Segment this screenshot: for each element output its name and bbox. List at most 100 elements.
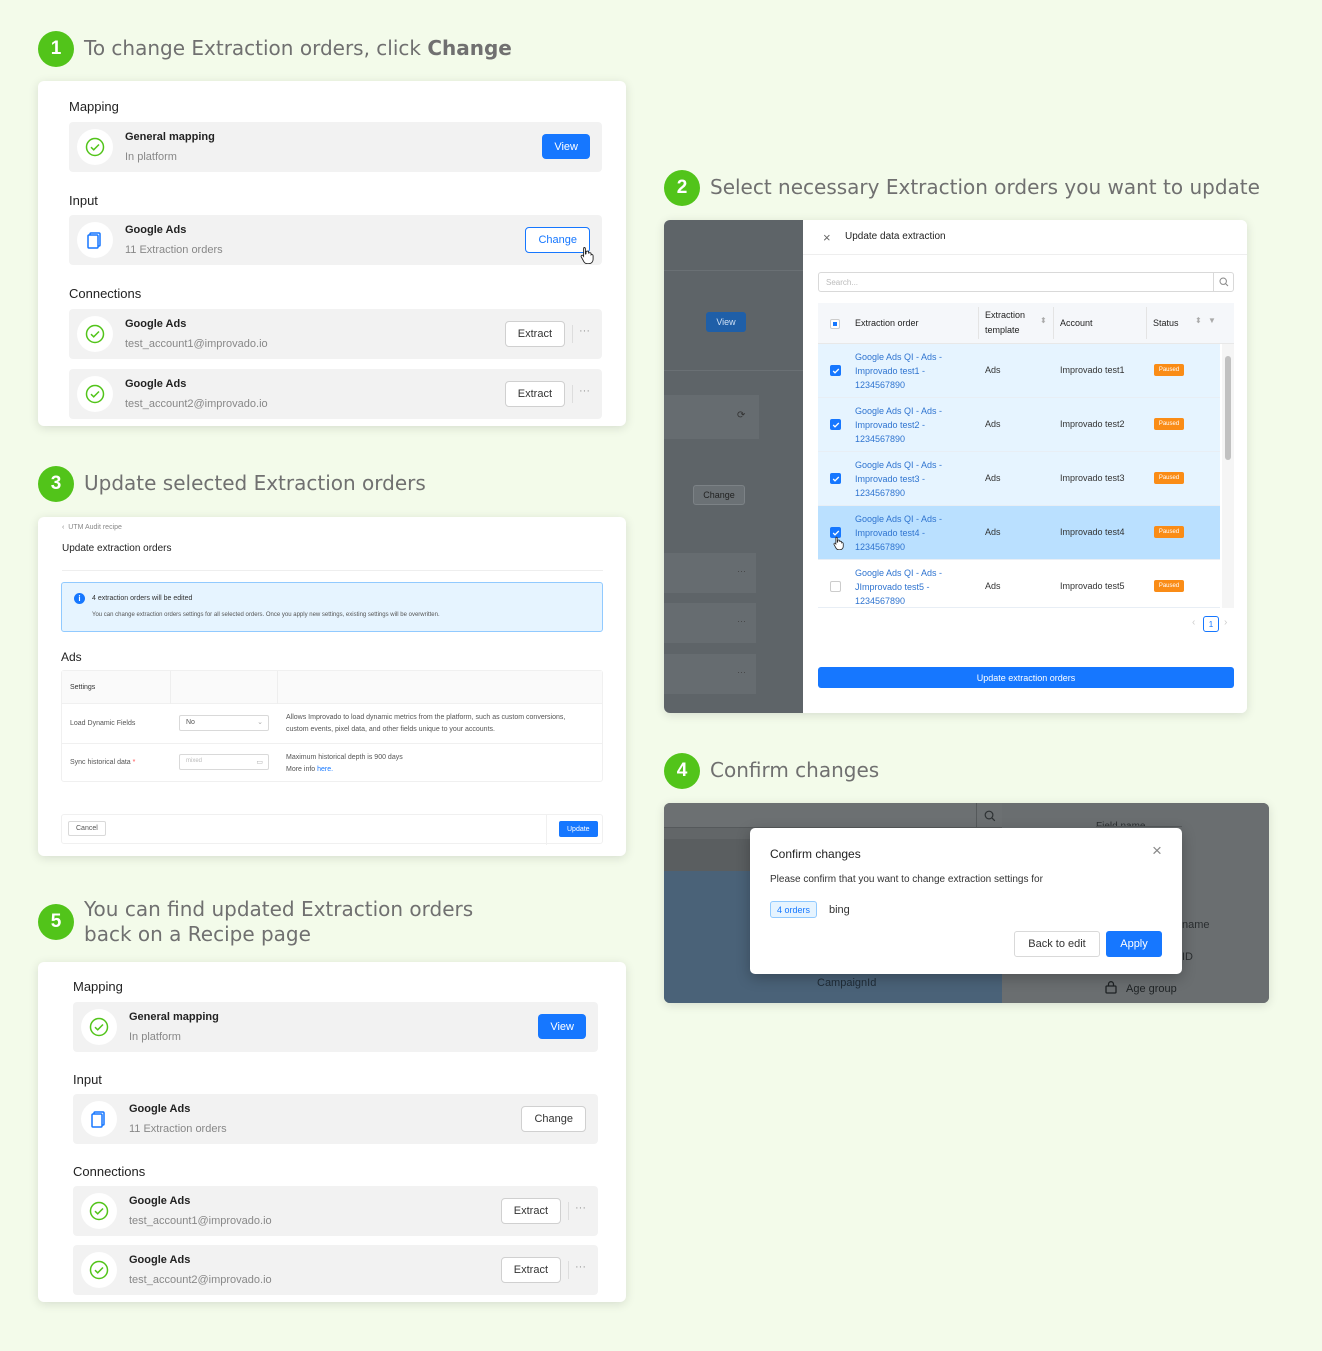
step-5-header: 5 You can find updated Extraction orders… [38, 892, 473, 947]
mapping-label: Mapping [73, 979, 123, 994]
confirm-changes-card: CampaignId Field name name ID Age group … [664, 803, 1269, 1003]
extraction-order-link[interactable]: Google Ads QI - Ads - Improvado test2 -12… [855, 404, 955, 446]
status-badge: Paused [1154, 364, 1184, 376]
background-view-button: View [706, 312, 746, 332]
here-link[interactable]: here. [317, 766, 333, 773]
step-number: 3 [38, 466, 74, 502]
table-row[interactable]: Google Ads QI - Ads - Improvado test4 -12… [818, 506, 1220, 560]
search-icon[interactable] [1213, 272, 1234, 292]
extraction-order-link[interactable]: Google Ads QI - Ads - Improvado test1 -12… [855, 350, 955, 392]
page-1[interactable]: 1 [1203, 616, 1219, 632]
background-id: ID [1182, 951, 1193, 963]
step-1-header: 1 To change Extraction orders, click Cha… [38, 31, 512, 67]
close-icon[interactable]: × [1152, 841, 1162, 861]
template-cell: Ads [985, 473, 1001, 483]
calendar-icon: ▭ [256, 759, 263, 766]
more-icon[interactable]: ··· [575, 1202, 586, 1214]
info-body: You can change extraction orders setting… [92, 612, 440, 618]
scrollbar[interactable] [1222, 344, 1234, 608]
documents-icon [77, 222, 113, 258]
extraction-order-link[interactable]: Google Ads QI - Ads - Improvado test4 -12… [855, 512, 955, 554]
mapping-sub: In platform [125, 151, 177, 163]
update-button[interactable]: Update [559, 821, 598, 837]
extract-button[interactable]: Extract [504, 321, 565, 347]
s1-description: Allows Improvado to load dynamic metrics… [286, 714, 566, 721]
status-badge: Paused [1154, 418, 1184, 430]
sort-icon[interactable]: ⬍ [1195, 316, 1202, 325]
mapping-row: General mapping In platform View [69, 122, 602, 172]
check-circle-icon [77, 376, 113, 412]
recipe-card-after: Mapping General mapping In platform View… [38, 962, 626, 1302]
cursor-hand-icon [833, 536, 844, 555]
input-sub: 11 Extraction orders [129, 1123, 227, 1135]
extract-button[interactable]: Extract [504, 381, 565, 407]
connection-name: Google Ads [125, 318, 187, 330]
account-cell: Improvado test1 [1060, 365, 1125, 375]
load-dynamic-fields-select[interactable]: No ⌄ [179, 715, 269, 731]
background-change-button: Change [693, 485, 745, 505]
settings-header: Settings [70, 684, 96, 691]
table-row[interactable]: Google Ads QI - Ads - JImprovado test5 -1… [818, 560, 1220, 608]
input-name: Google Ads [125, 224, 187, 236]
input-row: Google Ads 11 Extraction orders Change [73, 1094, 598, 1144]
col-account: Account [1060, 318, 1093, 328]
search-input[interactable]: Search... [818, 272, 1214, 292]
back-to-edit-button[interactable]: Back to edit [1014, 931, 1100, 957]
table-row[interactable]: Google Ads QI - Ads - Improvado test2 -12… [818, 398, 1220, 452]
connection-account: test_account1@improvado.io [129, 1215, 272, 1227]
check-circle-icon [77, 129, 113, 165]
update-extraction-orders-button[interactable]: Update extraction orders [818, 667, 1234, 688]
dialog-title: Confirm changes [770, 847, 861, 861]
sort-icon[interactable]: ⬍ [1040, 316, 1047, 325]
sync-historical-date-input[interactable]: mixed ▭ [179, 754, 269, 770]
divider [568, 1202, 569, 1220]
next-page-icon[interactable]: › [1224, 617, 1227, 628]
select-all-checkbox[interactable] [830, 319, 840, 329]
extraction-order-link[interactable]: Google Ads QI - Ads - JImprovado test5 -1… [855, 566, 955, 607]
breadcrumb[interactable]: ‹ UTM Audit recipe [62, 524, 122, 531]
background-refresh-icon: ⟳ [737, 410, 746, 421]
s2-more-info: More info here. [286, 766, 334, 773]
row-checkbox[interactable] [830, 365, 841, 376]
step-4-header: 4 Confirm changes [664, 753, 879, 789]
col-template-l2: template [985, 325, 1020, 335]
more-icon[interactable]: ··· [575, 1261, 586, 1273]
account-cell: Improvado test2 [1060, 419, 1125, 429]
change-button[interactable]: Change [521, 1106, 586, 1132]
template-cell: Ads [985, 365, 1001, 375]
row-checkbox[interactable] [830, 473, 841, 484]
info-icon: i [74, 593, 85, 604]
update-extraction-orders-card: ‹ UTM Audit recipe Update extraction ord… [38, 517, 626, 856]
more-icon[interactable]: ··· [579, 385, 590, 397]
mapping-label: Mapping [69, 99, 119, 114]
row-checkbox[interactable] [830, 419, 841, 430]
chevron-down-icon: ⌄ [257, 719, 263, 726]
view-button[interactable]: View [538, 1014, 586, 1039]
recipe-card-before: Mapping General mapping In platform View… [38, 81, 626, 426]
apply-button[interactable]: Apply [1106, 931, 1162, 957]
row-checkbox[interactable] [830, 581, 841, 592]
cancel-button[interactable]: Cancel [68, 821, 106, 836]
template-cell: Ads [985, 581, 1001, 591]
divider [568, 1261, 569, 1279]
account-cell: Improvado test3 [1060, 473, 1125, 483]
table-row[interactable]: Google Ads QI - Ads - Improvado test3 -12… [818, 452, 1220, 506]
filter-icon[interactable]: ▼ [1208, 316, 1216, 325]
close-icon[interactable]: × [823, 230, 831, 245]
extract-button[interactable]: Extract [500, 1257, 561, 1283]
view-button[interactable]: View [542, 134, 590, 159]
table-row[interactable]: Google Ads QI - Ads - Improvado test1 -12… [818, 344, 1220, 398]
mapping-row: General mapping In platform View [73, 1002, 598, 1052]
input-label: Input [69, 193, 98, 208]
background-name: name [1182, 919, 1210, 931]
extract-button[interactable]: Extract [500, 1198, 561, 1224]
mapping-name: General mapping [125, 131, 215, 143]
s2-description: Maximum historical depth is 900 days [286, 754, 403, 761]
settings-table: Settings Load Dynamic Fields No ⌄ Allows… [61, 670, 603, 782]
input-row: Google Ads 11 Extraction orders Change [69, 215, 602, 265]
more-icon[interactable]: ··· [579, 325, 590, 337]
extraction-order-link[interactable]: Google Ads QI - Ads - Improvado test3 -12… [855, 458, 955, 500]
prev-page-icon[interactable]: ‹ [1192, 617, 1195, 628]
divider [572, 325, 573, 343]
step-2-header: 2 Select necessary Extraction orders you… [664, 170, 1260, 206]
